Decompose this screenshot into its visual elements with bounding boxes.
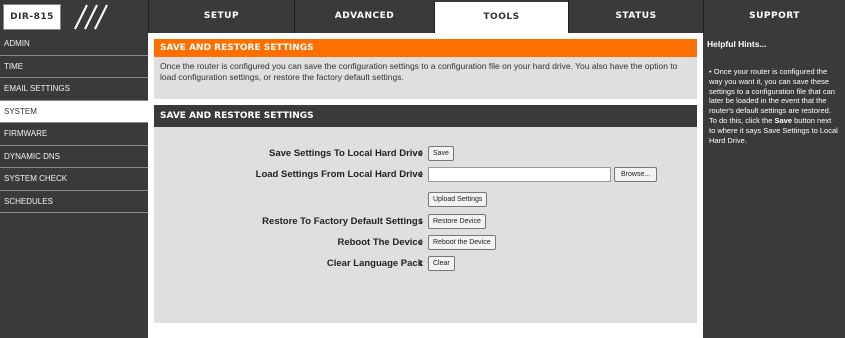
- hints-text: • Once your router is configured the way…: [703, 53, 845, 145]
- save-button[interactable]: Save: [428, 146, 454, 161]
- model-badge: DIR-815: [3, 4, 61, 30]
- sidebar-item-email-settings[interactable]: EMAIL SETTINGS: [0, 78, 148, 101]
- tab-support[interactable]: SUPPORT: [703, 0, 845, 33]
- sidebar-item-dynamic-dns[interactable]: DYNAMIC DNS: [0, 146, 148, 168]
- tab-tools[interactable]: TOOLS: [434, 2, 568, 33]
- tab-setup[interactable]: SETUP: [148, 0, 294, 33]
- slashes-icon: [74, 4, 108, 30]
- upload-settings-button[interactable]: Upload Settings: [428, 192, 488, 207]
- tab-status[interactable]: STATUS: [568, 0, 703, 33]
- top-navigation-bar: DIR-815 SETUP ADVANCED TOOLS STATUS SUPP…: [0, 0, 845, 33]
- page-title: SAVE AND RESTORE SETTINGS: [154, 39, 697, 57]
- colon: :: [419, 169, 423, 180]
- clear-language-pack-label: Clear Language Pack: [326, 258, 423, 269]
- intro-text: Once the router is configured you can sa…: [154, 57, 697, 99]
- clear-button[interactable]: Clear: [428, 256, 455, 271]
- save-settings-label: Save Settings To Local Hard Drive: [269, 148, 423, 159]
- settings-panel: Save Settings To Local Hard Drive : Save…: [154, 127, 697, 323]
- bullet: •: [709, 67, 712, 76]
- sidebar-item-system[interactable]: SYSTEM: [0, 100, 148, 123]
- settings-section-title: SAVE AND RESTORE SETTINGS: [154, 105, 697, 127]
- tab-advanced[interactable]: ADVANCED: [294, 0, 434, 33]
- sidebar: ADMIN TIME EMAIL SETTINGS SYSTEM FIRMWAR…: [0, 33, 148, 338]
- reboot-device-label: Reboot The Device: [337, 237, 423, 248]
- colon: :: [419, 216, 423, 227]
- sidebar-item-time[interactable]: TIME: [0, 56, 148, 78]
- colon: :: [419, 148, 423, 159]
- main-content: SAVE AND RESTORE SETTINGS Once the route…: [148, 33, 703, 338]
- sidebar-item-schedules[interactable]: SCHEDULES: [0, 191, 148, 213]
- load-settings-label: Load Settings From Local Hard Drive: [255, 169, 423, 180]
- colon: :: [419, 237, 423, 248]
- hints-bold-word: Save: [774, 115, 792, 125]
- file-path-input[interactable]: [428, 167, 611, 182]
- hints-title: Helpful Hints...: [707, 39, 767, 49]
- logo: DIR-815: [3, 4, 145, 30]
- sidebar-item-admin[interactable]: ADMIN: [0, 33, 148, 56]
- restore-device-button[interactable]: Restore Device: [428, 214, 486, 229]
- restore-factory-label: Restore To Factory Default Settings: [262, 216, 423, 227]
- helpful-hints-panel: Helpful Hints... • Once your router is c…: [703, 33, 845, 338]
- browse-button[interactable]: Browse...: [614, 167, 658, 182]
- sidebar-item-system-check[interactable]: SYSTEM CHECK: [0, 168, 148, 191]
- sidebar-item-firmware[interactable]: FIRMWARE: [0, 123, 148, 146]
- colon: :: [419, 258, 423, 269]
- reboot-device-button[interactable]: Reboot the Device: [428, 235, 496, 250]
